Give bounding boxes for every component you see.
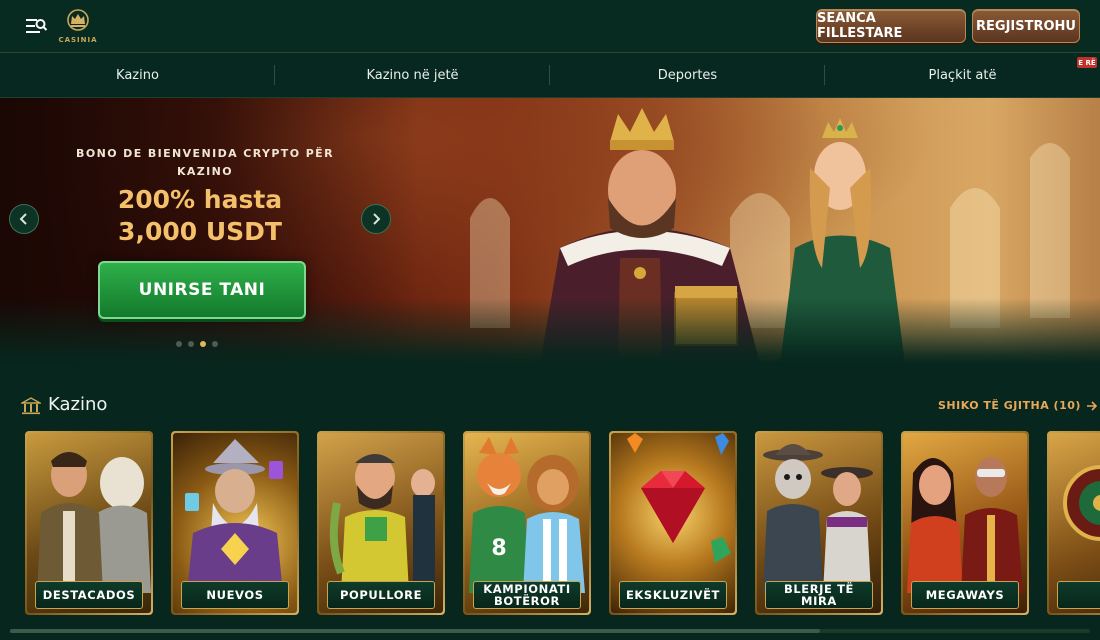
nav-item-label: Kazino [116, 67, 159, 83]
tiles-scrollbar-thumb[interactable] [10, 629, 820, 633]
promo-amount-line2: 3,000 USDT [118, 217, 282, 246]
menu-search-icon[interactable] [24, 14, 50, 38]
tile-label: NUEVOS [181, 581, 289, 609]
slide-dot[interactable] [188, 341, 194, 347]
nav-item-promotions[interactable]: Plaçkit atë [825, 53, 1100, 97]
login-button[interactable]: SEANCA FILLESTARE [816, 9, 966, 43]
see-all-link[interactable]: SHIKO TË GJITHA (10) [938, 399, 1098, 412]
tile-label: KAMPIONATI BOTËROR [473, 581, 581, 609]
next-slide-button[interactable] [361, 204, 391, 234]
hero-banner: BONO DE BIENVENIDA CRYPTO PËR KAZINO 200… [0, 98, 1100, 364]
casinia-logo[interactable]: CASINIA [58, 6, 98, 48]
category-tile-new[interactable]: NUEVOS [171, 431, 299, 615]
tile-label: MEGAWAYS [911, 581, 1019, 609]
logo-text: CASINIA [58, 36, 98, 44]
category-tile-megaways[interactable]: MEGAWAYS [901, 431, 1029, 615]
category-tile-table-games[interactable]: LOJ [1047, 431, 1100, 615]
slide-dot-active[interactable] [200, 341, 206, 347]
prev-slide-button[interactable] [9, 204, 39, 234]
nav-item-live-casino[interactable]: Kazino në jetë [275, 53, 550, 97]
chevron-right-icon [373, 213, 381, 225]
tile-label: EKSKLUZIVËT [619, 581, 727, 609]
casino-building-icon [21, 397, 41, 415]
nav-item-kazino[interactable]: Kazino [0, 53, 275, 97]
slide-indicators [176, 341, 218, 347]
chevron-left-icon [19, 213, 27, 225]
promo-kicker: BONO DE BIENVENIDA CRYPTO PËR KAZINO [76, 147, 334, 178]
arrow-right-icon [1086, 400, 1098, 411]
top-bar: CASINIA SEANCA FILLESTARE REGJISTROHU [0, 0, 1100, 53]
svg-text:8: 8 [491, 536, 506, 561]
slide-dot[interactable] [176, 341, 182, 347]
new-badge: E RË [1077, 57, 1097, 68]
crown-logo-icon [67, 9, 89, 31]
nav-item-label: Plaçkit atë [928, 67, 997, 83]
register-button[interactable]: REGJISTROHU [972, 9, 1080, 43]
category-tile-popular[interactable]: POPULLORE [317, 431, 445, 615]
tile-label: LOJ [1057, 581, 1100, 609]
category-tiles: DESTACADOS NUEVOS POPULLORE 8 KAMPIONATI… [0, 431, 1100, 615]
promo-amount-line1: 200% hasta [117, 185, 283, 214]
slide-dot[interactable] [212, 341, 218, 347]
nav-item-label: Kazino në jetë [366, 67, 459, 83]
nav-item-sports[interactable]: Deportes [550, 53, 825, 97]
category-tile-exclusive[interactable]: EKSKLUZIVËT [609, 431, 737, 615]
tiles-scrollbar[interactable] [10, 629, 1090, 633]
see-all-label: SHIKO TË GJITHA (10) [938, 399, 1081, 412]
promo-amount: 200% hasta 3,000 USDT [60, 184, 340, 248]
join-now-button[interactable]: UNIRSE TANI [98, 261, 306, 319]
category-tile-best-buys[interactable]: BLERJE TË MIRA [755, 431, 883, 615]
tile-label: DESTACADOS [35, 581, 143, 609]
main-nav: Kazino Kazino në jetë Deportes Plaçkit a… [0, 53, 1100, 98]
category-tile-world-cup[interactable]: 8 KAMPIONATI BOTËROR [463, 431, 591, 615]
nav-item-label: Deportes [657, 67, 718, 83]
tile-label: BLERJE TË MIRA [765, 581, 873, 609]
category-tile-featured[interactable]: DESTACADOS [25, 431, 153, 615]
section-title: Kazino [48, 394, 108, 415]
tile-label: POPULLORE [327, 581, 435, 609]
